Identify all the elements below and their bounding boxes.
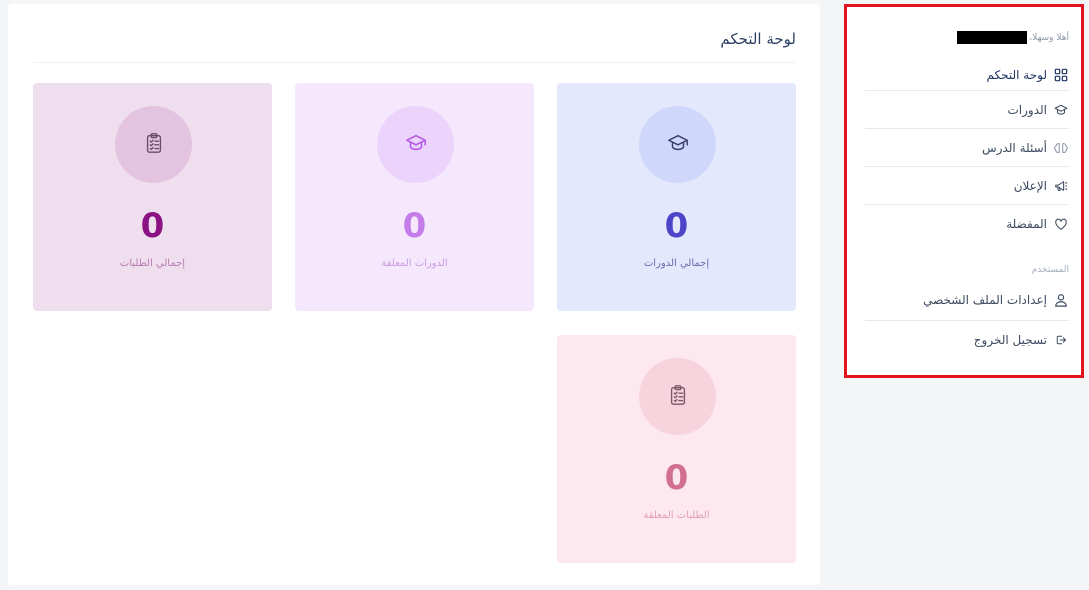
sidebar-item-favorites[interactable]: المفضلة: [865, 205, 1069, 243]
sidebar-item-label: تسجيل الخروج: [973, 333, 1047, 347]
sidebar-item-announcement[interactable]: الإعلان: [865, 167, 1069, 205]
user-section-label: المستخدم: [1031, 265, 1069, 275]
pending-courses-label: الدورات المعلقة: [381, 258, 448, 269]
user-icon: [1053, 293, 1069, 307]
grid-icon: [1053, 68, 1069, 82]
pending-requests-card: 0 الطلبات المعلقة: [557, 335, 796, 563]
sidebar-item-dashboard[interactable]: لوحة التحكم: [865, 56, 1069, 94]
title-divider: [33, 62, 795, 63]
sidebar-item-profile-settings[interactable]: إعدادات الملف الشخصي: [865, 281, 1069, 319]
pending-courses-icon-circle: [377, 106, 454, 183]
heart-icon: [1053, 217, 1069, 231]
logout-icon: [1053, 334, 1069, 346]
pending-requests-icon-circle: [639, 358, 716, 435]
welcome-message: أهلا وسهلا،: [957, 31, 1069, 44]
sidebar-item-label: لوحة التحكم: [986, 68, 1048, 82]
total-requests-label: إجمالي الطلبات: [119, 258, 186, 269]
total-requests-value: 0: [140, 206, 165, 246]
graduation-cap-icon: [667, 132, 689, 158]
sidebar-item-label: إعدادات الملف الشخصي: [923, 293, 1047, 307]
sidebar-item-lesson-questions[interactable]: أسئلة الدرس: [865, 129, 1069, 167]
sidebar-item-courses[interactable]: الدورات: [865, 91, 1069, 129]
total-requests-icon-circle: [115, 106, 192, 183]
sidebar-item-logout[interactable]: تسجيل الخروج: [865, 321, 1069, 359]
pending-requests-label: الطلبات المعلقة: [643, 510, 710, 521]
total-courses-label: إجمالي الدورات: [643, 258, 710, 269]
brain-icon: [1053, 141, 1069, 155]
sidebar-item-label: المفضلة: [1006, 217, 1047, 231]
sidebar-item-label: الإعلان: [1013, 179, 1047, 193]
total-courses-card: 0 إجمالي الدورات: [557, 83, 796, 311]
welcome-text: أهلا وسهلا،: [1029, 32, 1069, 43]
graduation-cap-icon: [405, 132, 427, 158]
total-requests-card: 0 إجمالي الطلبات: [33, 83, 272, 311]
sidebar-item-label: أسئلة الدرس: [982, 141, 1047, 155]
pending-requests-value: 0: [664, 458, 689, 498]
redacted-username: [957, 31, 1028, 44]
sidebar-item-label: الدورات: [1007, 103, 1047, 117]
total-courses-value: 0: [664, 206, 689, 246]
clipboard-icon: [144, 132, 164, 158]
pending-courses-value: 0: [402, 206, 427, 246]
sidebar: أهلا وسهلا، لوحة التحكم الدورات أسئلة ال…: [844, 4, 1084, 378]
megaphone-icon: [1053, 179, 1069, 193]
pending-courses-card: 0 الدورات المعلقة: [295, 83, 534, 311]
page-title: لوحة التحكم: [720, 30, 796, 48]
dashboard-panel: لوحة التحكم 0 إجمالي الدورات 0 الدورات ا…: [8, 4, 820, 585]
clipboard-icon: [668, 384, 688, 410]
graduation-cap-icon: [1053, 103, 1069, 117]
total-courses-icon-circle: [639, 106, 716, 183]
